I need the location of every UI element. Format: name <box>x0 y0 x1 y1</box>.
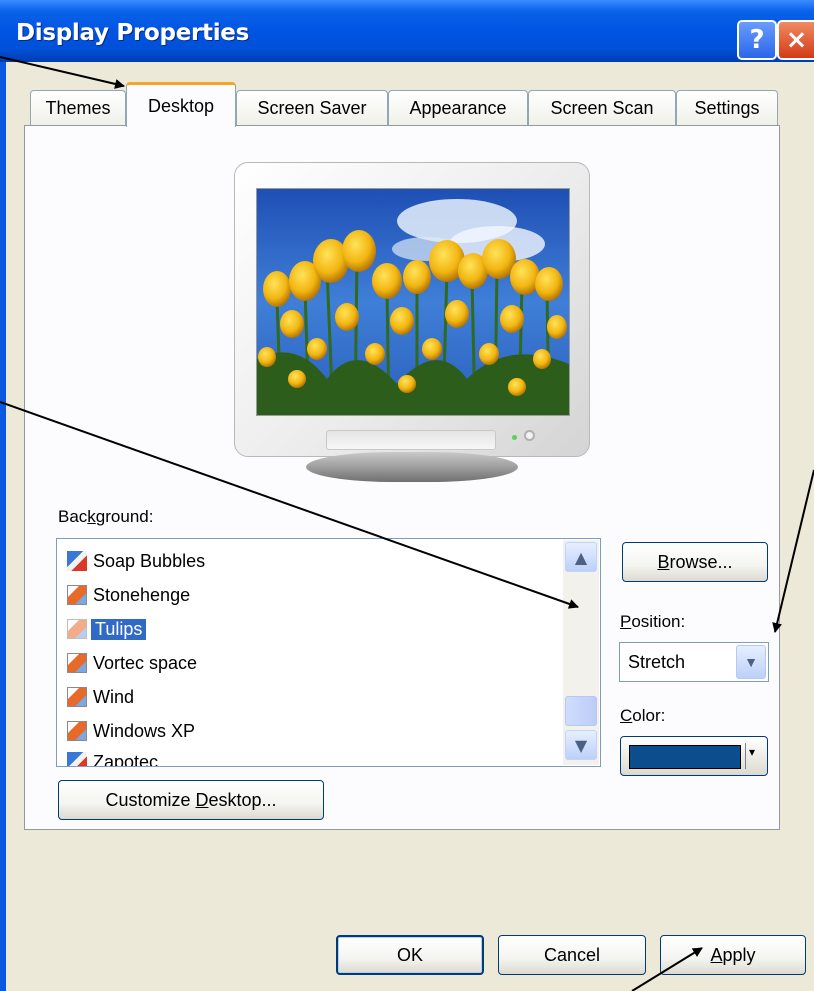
position-dropdown[interactable]: Stretch ▼ <box>619 642 769 682</box>
chevron-down-icon: ▼ <box>574 735 588 755</box>
window-frame-left <box>0 62 6 991</box>
cancel-button[interactable]: Cancel <box>498 935 646 975</box>
monitor-stand <box>306 452 518 482</box>
monitor-drive-slot <box>326 430 496 450</box>
list-item[interactable]: Wind <box>67 682 134 712</box>
color-button-divider <box>745 743 746 769</box>
customize-desktop-button[interactable]: Customize Desktop... <box>58 780 324 820</box>
apply-button[interactable]: Apply <box>660 935 806 975</box>
question-mark-icon: ? <box>749 25 765 55</box>
list-item[interactable]: Zapotec <box>67 747 158 766</box>
power-button-icon <box>524 430 535 441</box>
position-label: Position: <box>620 612 686 631</box>
list-item[interactable]: Windows XP <box>67 716 195 746</box>
color-label: Color: <box>620 706 666 725</box>
image-file-icon <box>67 585 87 605</box>
browse-label: Browse... <box>657 551 733 572</box>
apply-label: Apply <box>710 944 756 965</box>
title-bar[interactable]: Display Properties ? × <box>0 0 814 62</box>
power-led-icon <box>512 435 517 440</box>
help-button[interactable]: ? <box>737 20 777 60</box>
list-item[interactable]: Vortec space <box>67 648 197 678</box>
tab-screen-scan[interactable]: Screen Scan <box>528 90 676 126</box>
image-file-icon <box>67 721 87 741</box>
scrollbar-thumb[interactable] <box>565 696 597 726</box>
tab-themes[interactable]: Themes <box>30 90 126 126</box>
tab-label: Screen Scan <box>550 98 654 118</box>
list-item[interactable]: Soap Bubbles <box>67 546 205 576</box>
scroll-up-button[interactable]: ▲ <box>565 542 597 572</box>
close-button[interactable]: × <box>777 20 814 60</box>
browse-button[interactable]: Browse... <box>622 542 768 582</box>
image-file-icon <box>67 653 87 673</box>
background-list-scrollbar[interactable]: ▲ ▼ <box>563 540 599 765</box>
color-swatch <box>629 745 741 769</box>
wallpaper-preview <box>256 188 570 416</box>
monitor-preview <box>234 162 590 482</box>
tab-label: Appearance <box>409 98 507 118</box>
tulips-wallpaper-image <box>257 189 569 415</box>
tab-label: Desktop <box>147 95 215 116</box>
tab-desktop[interactable]: Desktop <box>126 82 236 127</box>
chevron-up-icon: ▲ <box>574 547 588 567</box>
ok-label: OK <box>396 944 423 965</box>
position-value: Stretch <box>628 652 686 672</box>
tab-appearance[interactable]: Appearance <box>388 90 528 126</box>
brush-image-icon <box>67 752 87 766</box>
brush-image-icon <box>67 551 87 571</box>
list-item[interactable]: Stonehenge <box>67 580 190 610</box>
color-picker-button[interactable]: ▾ <box>620 736 768 776</box>
cancel-label: Cancel <box>543 944 601 965</box>
chevron-down-icon[interactable]: ▼ <box>736 645 766 679</box>
tab-label: Settings <box>694 98 760 118</box>
customize-desktop-label: Customize Desktop... <box>105 789 277 810</box>
close-icon: × <box>785 25 808 55</box>
tab-label: Themes <box>45 98 111 118</box>
tab-label: Screen Saver <box>257 98 367 118</box>
background-label: Background: <box>58 507 154 526</box>
dropdown-arrow-icon: ▾ <box>749 745 756 759</box>
display-properties-window: Display Properties ? × Themes Desktop Sc… <box>0 0 814 991</box>
background-listbox[interactable]: Soap Bubbles Stonehenge Tulips Vortec sp… <box>56 538 601 767</box>
ok-button[interactable]: OK <box>336 935 484 975</box>
image-file-icon <box>67 687 87 707</box>
tab-settings[interactable]: Settings <box>676 90 778 126</box>
image-file-icon <box>67 619 87 639</box>
list-item-selected[interactable]: Tulips <box>67 614 147 644</box>
window-title: Display Properties <box>16 20 250 46</box>
scroll-down-button[interactable]: ▼ <box>565 730 597 760</box>
tab-screen-saver[interactable]: Screen Saver <box>236 90 388 126</box>
